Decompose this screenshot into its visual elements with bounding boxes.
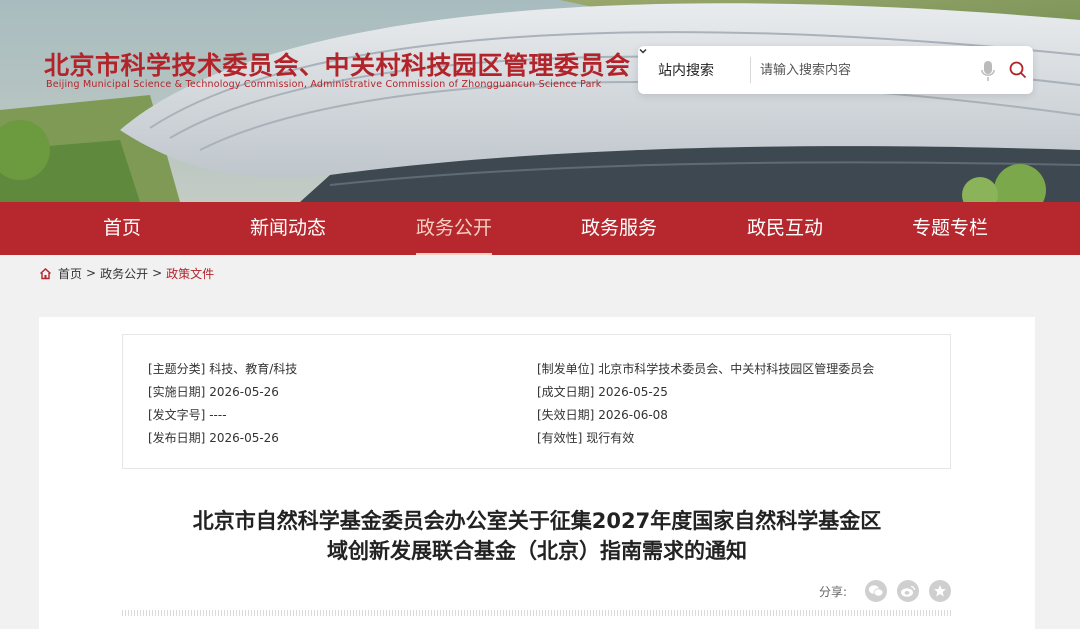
meta-expire-date: [失效日期] 2026-06-08 [537, 408, 668, 422]
wechat-share-icon[interactable] [865, 580, 888, 602]
nav-item-interaction[interactable]: 政民互动 [720, 202, 850, 255]
search-scope-label: 站内搜索 [658, 63, 714, 79]
meta-formed-date: [成文日期] 2026-05-25 [537, 385, 668, 399]
nav-item-services[interactable]: 政务服务 [554, 202, 684, 255]
article-title-line1: 北京市自然科学基金委员会办公室关于征集2027年度国家自然科学基金区 [192, 509, 882, 533]
banner-background-image [0, 0, 1080, 202]
qzone-share-icon[interactable] [929, 580, 952, 602]
breadcrumb-current[interactable]: 政策文件 [166, 265, 214, 282]
breadcrumb-home-link[interactable]: 首页 [58, 265, 82, 282]
meta-effective-date: [实施日期] 2026-05-26 [148, 385, 279, 399]
meta-issuer: [制发单位] 北京市科学技术委员会、中关村科技园区管理委员会 [537, 362, 875, 376]
chevron-down-icon [639, 48, 733, 75]
site-logo-subtitle: Beijing Municipal Science & Technology C… [46, 79, 602, 90]
search-scope-dropdown[interactable]: 站内搜索 [638, 46, 750, 94]
breadcrumb-level2-link[interactable]: 政务公开 [100, 265, 148, 282]
nav-active-underline [416, 253, 492, 255]
search-divider [750, 57, 751, 83]
share-bar: 分享: [819, 579, 961, 603]
meta-validity: [有效性] 现行有效 [537, 431, 635, 445]
nav-item-special-topics[interactable]: 专题专栏 [885, 202, 1015, 255]
microphone-icon[interactable] [981, 60, 995, 82]
share-label: 分享: [819, 584, 848, 599]
nav-item-news[interactable]: 新闻动态 [223, 202, 353, 255]
nav-item-home[interactable]: 首页 [57, 202, 187, 255]
document-metadata-box: [主题分类] 科技、教育/科技 [制发单位] 北京市科学技术委员会、中关村科技园… [122, 334, 951, 469]
header-banner: 北京市科学技术委员会、中关村科技园区管理委员会 Beijing Municipa… [0, 0, 1080, 202]
article-title-line2: 域创新发展联合基金（北京）指南需求的通知 [327, 539, 747, 563]
nav-item-government-affairs[interactable]: 政务公开 [389, 202, 519, 255]
site-search-box: 站内搜索 [638, 46, 1033, 94]
meta-topic: [主题分类] 科技、教育/科技 [148, 362, 298, 376]
meta-publish-date: [发布日期] 2026-05-26 [148, 431, 279, 445]
search-input[interactable] [760, 55, 970, 85]
breadcrumb: 首页 > 政务公开 > 政策文件 [39, 265, 214, 281]
meta-document-number: [发文字号] ---- [148, 408, 227, 422]
breadcrumb-separator: > [86, 266, 97, 280]
search-icon[interactable] [1009, 61, 1027, 79]
content-card: [主题分类] 科技、教育/科技 [制发单位] 北京市科学技术委员会、中关村科技园… [39, 317, 1035, 629]
home-icon [39, 267, 52, 280]
site-logo-title[interactable]: 北京市科学技术委员会、中关村科技园区管理委员会 [44, 46, 631, 82]
article-title: 北京市自然科学基金委员会办公室关于征集2027年度国家自然科学基金区 域创新发展… [39, 506, 1035, 566]
breadcrumb-separator: > [152, 266, 163, 280]
title-divider [122, 610, 951, 616]
main-nav: 首页 新闻动态 政务公开 政务服务 政民互动 专题专栏 [0, 202, 1080, 255]
weibo-share-icon[interactable] [897, 580, 920, 602]
